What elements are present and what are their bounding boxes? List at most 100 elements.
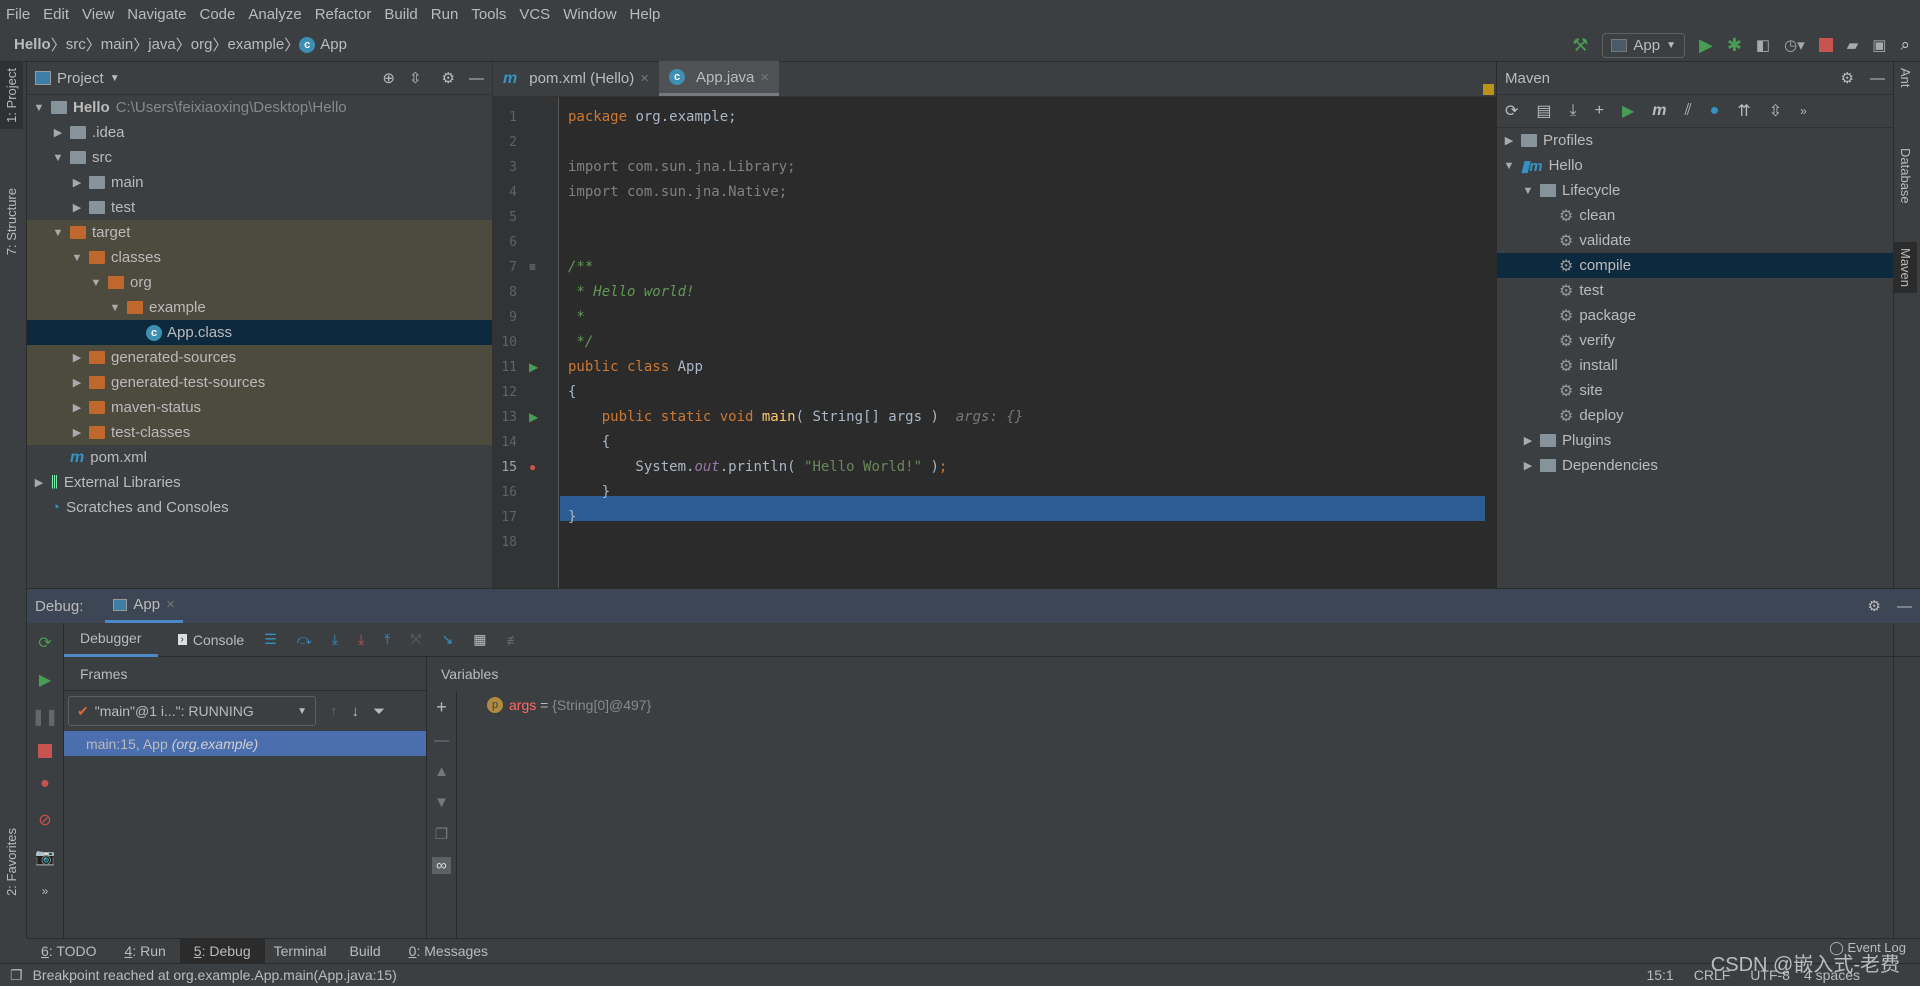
tree-item[interactable]: ▼ src [27, 145, 492, 170]
collapsed-arrow-icon[interactable]: ▶ [1501, 134, 1517, 147]
expanded-arrow-icon[interactable]: ▼ [50, 227, 66, 239]
profile-icon[interactable]: ◷▾ [1784, 36, 1805, 54]
more-icon[interactable]: » [42, 884, 49, 898]
breadcrumb-item[interactable]: example [228, 36, 285, 53]
variable-item[interactable]: p args = {String[0]@497} [487, 697, 651, 713]
code-line[interactable]: */ [568, 330, 593, 355]
resume-icon[interactable]: ▶ [39, 670, 51, 690]
stripe-tab-project[interactable]: 1: Project [0, 62, 23, 129]
reload-icon[interactable]: ⟳ [1505, 101, 1518, 121]
collapsed-arrow-icon[interactable]: ▶ [69, 401, 85, 414]
bottom-tab[interactable]: Build [341, 939, 395, 964]
tree-item[interactable]: ◔ Scratches and Consoles [27, 495, 492, 520]
close-icon[interactable]: × [760, 69, 769, 86]
tree-item[interactable]: ▶ Plugins [1497, 428, 1893, 453]
gear-icon[interactable]: ⚙ [1841, 69, 1854, 87]
tree-item[interactable]: ▼ Lifecycle [1497, 178, 1893, 203]
bottom-tab[interactable]: 4: Run [111, 939, 180, 964]
tree-item[interactable]: ⚙ deploy [1497, 403, 1893, 428]
tree-item[interactable]: ▶ ⫼ External Libraries [27, 470, 492, 495]
code-line[interactable]: { [568, 430, 610, 455]
run-config-select[interactable]: App ▼ [1602, 32, 1685, 58]
stripe-tab-maven[interactable]: Maven [1894, 242, 1917, 294]
force-step-into-icon[interactable]: ⤓ [358, 631, 364, 648]
collapsed-arrow-icon[interactable]: ▶ [1520, 459, 1536, 472]
run-icon[interactable]: ▶ [1622, 101, 1634, 121]
move-down-icon[interactable]: ▼ [434, 794, 449, 811]
gear-icon[interactable]: ⚙ [1868, 597, 1881, 615]
code-line[interactable]: public static void main( String[] args )… [568, 405, 1023, 430]
status-toggle-icon[interactable]: ❐ [10, 967, 23, 984]
offline-icon[interactable]: ● [1710, 102, 1720, 120]
menu-file[interactable]: File [6, 6, 30, 23]
expand-arrow-icon[interactable]: ▼ [31, 102, 47, 114]
menu-vcs[interactable]: VCS [519, 6, 550, 23]
expanded-arrow-icon[interactable]: ▼ [88, 277, 104, 289]
copy-icon[interactable]: ❐ [435, 825, 448, 843]
view-breakpoints-icon[interactable]: ● [40, 775, 50, 793]
trace-icon[interactable]: ≢ [507, 632, 521, 648]
generate-sources-icon[interactable]: ▤ [1536, 101, 1551, 121]
tree-item[interactable]: ⚙ clean [1497, 203, 1893, 228]
search-icon[interactable]: ⌕ [1900, 35, 1910, 55]
tree-item[interactable]: ▶ .idea [27, 120, 492, 145]
minimize-icon[interactable]: — [469, 70, 484, 87]
run-gutter-icon[interactable]: ▶ [529, 355, 538, 380]
breakpoint-icon[interactable]: ● [529, 455, 536, 480]
code-line[interactable]: public class App [568, 355, 703, 380]
menu-code[interactable]: Code [199, 6, 235, 23]
breadcrumb-item[interactable]: java [148, 36, 176, 53]
step-into-icon[interactable]: ⤓ [332, 631, 338, 648]
editor[interactable]: m pom.xml (Hello) × c App.java × 1 package org… [492, 61, 1496, 588]
menu-build[interactable]: Build [384, 6, 417, 23]
layout-icon[interactable]: ☰ [264, 631, 277, 648]
more-icon[interactable]: » [1800, 104, 1807, 118]
breadcrumb-item[interactable]: Hello [14, 36, 51, 53]
tree-item[interactable]: ⚙ site [1497, 378, 1893, 403]
tree-item[interactable]: ▶ Dependencies [1497, 453, 1893, 478]
debug-session-tab[interactable]: App × [105, 589, 183, 623]
project-structure-icon[interactable]: ▰ [1847, 36, 1859, 54]
stripe-tab-ant[interactable]: Ant [1894, 62, 1917, 94]
menu-analyze[interactable]: Analyze [248, 6, 301, 23]
menu-help[interactable]: Help [630, 6, 661, 23]
tree-item[interactable]: ⚙ compile [1497, 253, 1893, 278]
rerun-icon[interactable]: ⟳ [38, 633, 51, 653]
tree-item[interactable]: c App.class [27, 320, 492, 345]
tree-item[interactable]: ▶ generated-sources [27, 345, 492, 370]
stripe-tab-favorites[interactable]: 2: Favorites [0, 822, 23, 902]
code-line[interactable]: * Hello world! [568, 280, 694, 305]
build-hammer-icon[interactable]: ⚒ [1572, 35, 1588, 56]
menu-window[interactable]: Window [563, 6, 616, 23]
download-icon[interactable]: ⤓ [1570, 102, 1577, 120]
menu-edit[interactable]: Edit [43, 6, 69, 23]
collapsed-arrow-icon[interactable]: ▶ [69, 351, 85, 364]
expanded-arrow-icon[interactable]: ▼ [50, 152, 66, 164]
pause-icon[interactable]: ❚❚ [32, 707, 59, 727]
menu-run[interactable]: Run [431, 6, 459, 23]
tree-item[interactable]: ⚙ verify [1497, 328, 1893, 353]
frame-item[interactable]: main:15, App (org.example) [64, 731, 426, 756]
expanded-arrow-icon[interactable]: ▼ [107, 302, 123, 314]
bottom-tab[interactable]: Terminal [265, 939, 341, 964]
tree-root[interactable]: ▼ Hello C:\Users\feixiaoxing\Desktop\Hel… [27, 95, 492, 120]
editor-tab[interactable]: m pom.xml (Hello) × [493, 61, 659, 96]
watches-glasses-icon[interactable]: ∞ [432, 857, 451, 874]
skip-tests-icon[interactable]: ⫽ [1685, 102, 1692, 120]
tree-item[interactable]: ▶ Profiles [1497, 128, 1893, 153]
stripe-tab-structure[interactable]: 7: Structure [0, 182, 23, 261]
mute-breakpoints-icon[interactable]: ⊘ [38, 810, 51, 830]
code-line[interactable]: import com.sun.jna.Native; [568, 180, 787, 205]
tree-item[interactable]: ▼ org [27, 270, 492, 295]
add-watch-icon[interactable]: + [436, 697, 447, 718]
tree-item[interactable]: m pom.xml [27, 445, 492, 470]
menu-view[interactable]: View [82, 6, 114, 23]
project-view-select[interactable]: Project [57, 70, 104, 87]
collapsed-arrow-icon[interactable]: ▶ [31, 476, 47, 489]
tree-item[interactable]: ▶ maven-status [27, 395, 492, 420]
expanded-arrow-icon[interactable]: ▼ [69, 252, 85, 264]
coverage-icon[interactable]: ◧ [1756, 36, 1770, 54]
terminal-window-icon[interactable]: ▣ [1872, 36, 1886, 54]
camera-icon[interactable]: 📷 [35, 847, 55, 867]
tree-item[interactable]: ⚙ package [1497, 303, 1893, 328]
